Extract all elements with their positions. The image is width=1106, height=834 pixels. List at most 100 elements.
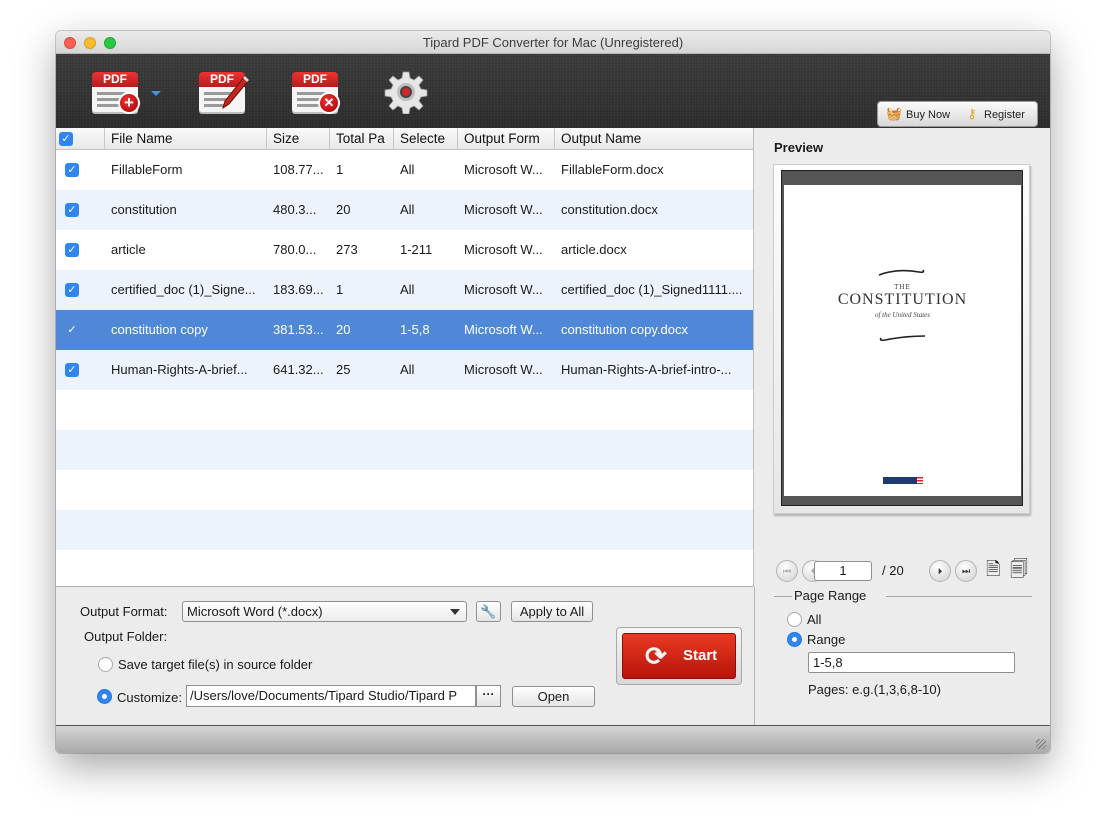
purchase-group: 🧺 Buy Now ⚷ Register (877, 101, 1038, 127)
column-header-file-name[interactable]: File Name (105, 128, 267, 150)
title-bar: Tipard PDF Converter for Mac (Unregister… (56, 31, 1050, 54)
last-page-button[interactable]: ⏭ (955, 560, 977, 582)
page-range-legend: Page Range (794, 588, 867, 603)
empty-row (56, 430, 753, 470)
minimize-window-button[interactable] (84, 37, 96, 49)
cell-size: 780.0... (273, 242, 317, 257)
customize-label[interactable]: Customize: (117, 690, 182, 705)
register-label: Register (984, 109, 1025, 121)
wrench-icon: 🔧 (480, 604, 497, 619)
empty-row (56, 510, 753, 550)
output-format-label: Output Format: (80, 604, 168, 619)
output-format-value: Microsoft Word (*.docx) (187, 604, 323, 619)
column-header-total-pages[interactable]: Total Pa (330, 128, 394, 150)
cell-output-name: Human-Rights-A-brief-intro-... (561, 362, 732, 377)
pdf-label: PDF (92, 72, 138, 87)
save-source-label[interactable]: Save target file(s) in source folder (118, 657, 312, 672)
first-page-button[interactable]: ⏮ (776, 560, 798, 582)
flourish-top-icon (878, 269, 925, 276)
cell-output-format: Microsoft W... (464, 362, 543, 377)
open-folder-button[interactable]: Open (512, 686, 595, 707)
remove-badge-icon: ✕ (318, 92, 340, 114)
remove-pdf-icon: PDF ✕ (292, 72, 340, 114)
start-button[interactable]: ⟳ Start (622, 633, 736, 679)
row-checkbox[interactable]: ✓ (65, 163, 79, 177)
close-window-button[interactable] (64, 37, 76, 49)
customize-radio[interactable] (97, 689, 112, 704)
app-window: Tipard PDF Converter for Mac (Unregister… (56, 31, 1050, 753)
output-folder-label: Output Folder: (84, 629, 168, 644)
table-row[interactable]: ✓ constitution copy 381.53... 20 1-5,8 Micros… (56, 310, 753, 350)
select-all-checkbox[interactable]: ✓ (59, 132, 73, 146)
chevron-down-icon (450, 609, 460, 615)
next-page-button[interactable]: ⏵ (929, 560, 951, 582)
column-header-size[interactable]: Size (267, 128, 330, 150)
buy-now-label: Buy Now (906, 109, 951, 121)
preview-page: THE CONSTITUTION of the United States (784, 185, 1021, 496)
plus-badge-icon: + (118, 92, 140, 114)
add-pdf-button[interactable]: PDF + (92, 70, 142, 114)
gear-icon[interactable] (384, 70, 428, 114)
row-checkbox[interactable]: ✓ (65, 203, 79, 217)
cell-file-name: constitution copy (111, 322, 208, 337)
page-range-hint: Pages: e.g.(1,3,6,8-10) (808, 682, 941, 697)
output-path-input[interactable]: /Users/love/Documents/Tipard Studio/Tipa… (186, 685, 476, 707)
fieldset-line (774, 596, 792, 597)
output-format-select[interactable]: Microsoft Word (*.docx) (182, 601, 467, 622)
cell-selected-pages: 1-211 (400, 242, 433, 257)
table-row[interactable]: ✓ Human-Rights-A-brief... 641.32... 25 All Mi… (56, 350, 753, 390)
doc-subtitle: of the United States (874, 311, 931, 319)
format-settings-button[interactable]: 🔧 (476, 601, 501, 622)
maximize-window-button[interactable] (104, 37, 116, 49)
column-header-output-name[interactable]: Output Name (555, 128, 753, 150)
page-range-all-radio[interactable] (787, 612, 802, 627)
row-checkbox[interactable]: ✓ (65, 323, 79, 337)
row-checkbox[interactable]: ✓ (65, 283, 79, 297)
resize-grip-icon[interactable] (1036, 739, 1046, 749)
page-total: / 20 (882, 563, 904, 578)
save-source-radio[interactable] (98, 657, 113, 672)
cell-total-pages: 1 (336, 162, 344, 177)
doc-flag-banner (883, 477, 923, 484)
document-icon[interactable]: 🗎 (986, 558, 1002, 580)
table-row[interactable]: ✓ article 780.0... 273 1-211 Microsoft W... ar… (56, 230, 753, 270)
start-label: Start (683, 647, 718, 664)
export-page-icon[interactable]: 🗐 (1010, 558, 1028, 580)
page-range-range-label[interactable]: Range (807, 632, 845, 647)
apply-to-all-button[interactable]: Apply to All (511, 601, 593, 622)
cell-file-name: certified_doc (1)_Signe... (111, 282, 256, 297)
basket-icon: 🧺 (886, 106, 903, 121)
convert-refresh-icon: ⟳ (645, 641, 667, 671)
cell-output-name: FillableForm.docx (561, 162, 664, 177)
page-range-input[interactable]: 1-5,8 (808, 652, 1015, 673)
row-checkbox[interactable]: ✓ (65, 243, 79, 257)
table-row[interactable]: ✓ certified_doc (1)_Signe... 183.69... 1 All… (56, 270, 753, 310)
register-button[interactable]: ⚷ Register (964, 102, 1036, 126)
cell-output-format: Microsoft W... (464, 322, 543, 337)
cell-output-name: constitution copy.docx (561, 322, 688, 337)
column-header-selected[interactable]: Selecte (394, 128, 458, 150)
cell-output-name: certified_doc (1)_Signed1111.... (561, 282, 743, 297)
row-checkbox[interactable]: ✓ (65, 363, 79, 377)
current-page-input[interactable]: 1 (814, 561, 872, 581)
cell-file-name: Human-Rights-A-brief... (111, 362, 248, 377)
window-title: Tipard PDF Converter for Mac (Unregister… (422, 35, 684, 50)
table-row[interactable]: ✓ constitution 480.3... 20 All Microsoft W...… (56, 190, 753, 230)
cell-output-format: Microsoft W... (464, 282, 543, 297)
cell-total-pages: 20 (336, 202, 351, 217)
remove-pdf-button[interactable]: PDF ✕ (292, 70, 342, 114)
doc-title: CONSTITUTION (837, 291, 968, 308)
column-header-output-format[interactable]: Output Form (458, 128, 555, 150)
cell-size: 480.3... (273, 202, 317, 217)
page-range-range-radio[interactable] (787, 632, 802, 647)
browse-folder-button[interactable]: ··· (476, 685, 501, 707)
preview-title: Preview (774, 140, 824, 155)
pen-icon (222, 75, 250, 110)
buy-now-button[interactable]: 🧺 Buy Now (886, 102, 958, 126)
page-range-all-label[interactable]: All (807, 612, 821, 627)
table-row[interactable]: ✓ FillableForm 108.77... 1 All Microsoft W...… (56, 150, 753, 190)
add-pdf-dropdown-icon[interactable] (151, 91, 161, 96)
cell-selected-pages: 1-5,8 (400, 322, 430, 337)
cell-output-format: Microsoft W... (464, 242, 543, 257)
edit-pdf-button[interactable]: PDF (199, 70, 250, 114)
